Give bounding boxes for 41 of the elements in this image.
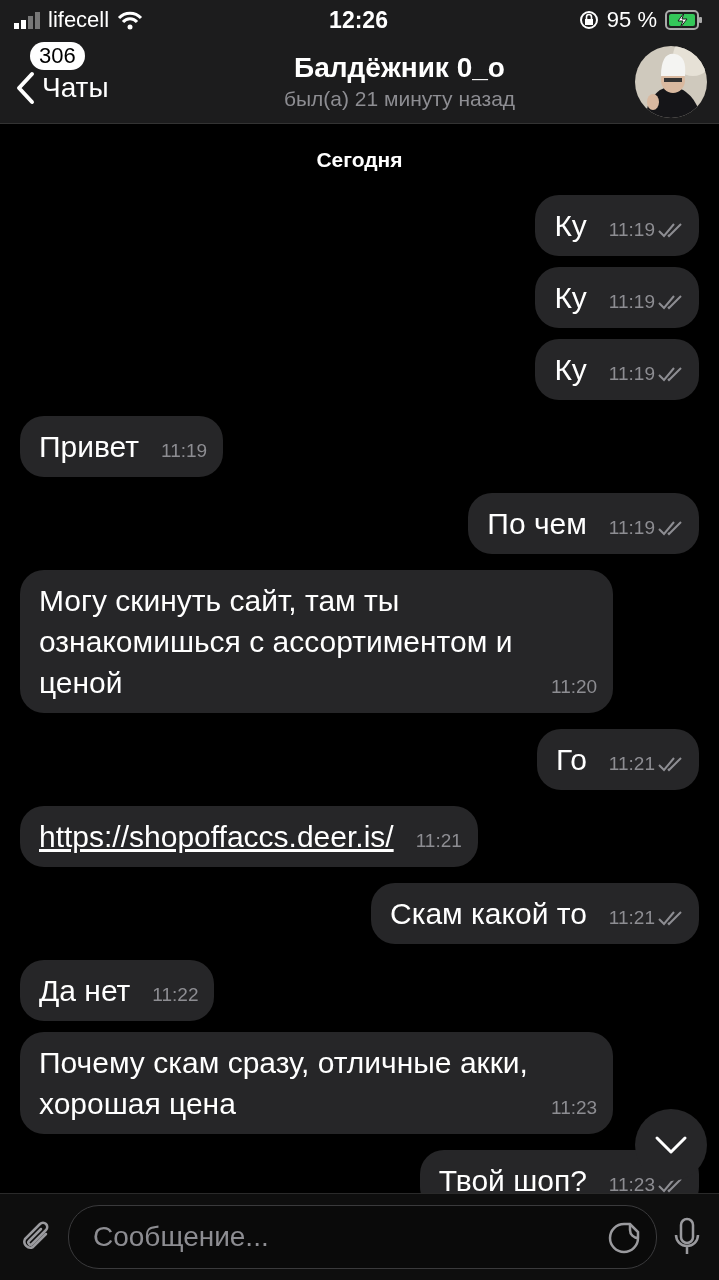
message-time: 11:21 [608,906,655,930]
message-text: Ку [554,280,587,316]
message-time: 11:19 [608,218,655,242]
message-time: 11:22 [152,983,199,1007]
message-text: Го [555,742,587,778]
message-time: 11:21 [608,752,655,776]
rotation-lock-icon [578,10,599,30]
back-button[interactable]: Чаты [14,71,109,105]
message-time: 11:20 [551,675,598,699]
unread-badge: 306 [30,42,85,70]
message-time: 11:21 [415,829,462,853]
battery-charging-icon [665,10,703,30]
message-text: По чем [487,506,587,542]
message-time: 11:19 [161,439,208,463]
message-text: Скам какой то [389,896,587,932]
chat-title: Балдёжник 0_o [294,52,505,84]
message-text: Ку [554,208,587,244]
date-separator: Сегодня [316,148,403,172]
signal-icon [14,11,40,29]
message-text: Почему скам сразу, отличные акки, хорошая цена [39,1045,529,1122]
status-time: 12:26 [329,6,388,34]
microphone-icon[interactable] [673,1217,701,1257]
message-time: 11:23 [608,1173,655,1193]
message-text: Да нет [39,973,131,1009]
message-text: Привет [39,429,140,465]
carrier-name: lifecell [48,7,110,33]
message-text: Могу скинуть сайт, там ты ознакомишься с ассортиментом и ценой [39,583,514,701]
message-link[interactable]: https://shopoffaccs.deer.is/ [39,816,394,857]
wifi-icon [117,10,144,30]
message-time: 11:19 [608,290,655,314]
battery-percent: 95 % [606,7,657,33]
message-time: 11:19 [608,362,655,386]
back-chevron-icon [14,71,36,105]
message-text: Ку [554,352,587,388]
message-field[interactable]: Сообщение... [68,1205,657,1269]
last-seen-status: был(а) 21 минуту назад [283,87,516,111]
sticker-icon[interactable] [608,1220,642,1254]
message-time: 11:23 [551,1096,598,1120]
message-time: 11:19 [608,516,655,540]
chevron-down-icon [654,1135,688,1155]
message-text: Твой шоп? [438,1163,587,1193]
